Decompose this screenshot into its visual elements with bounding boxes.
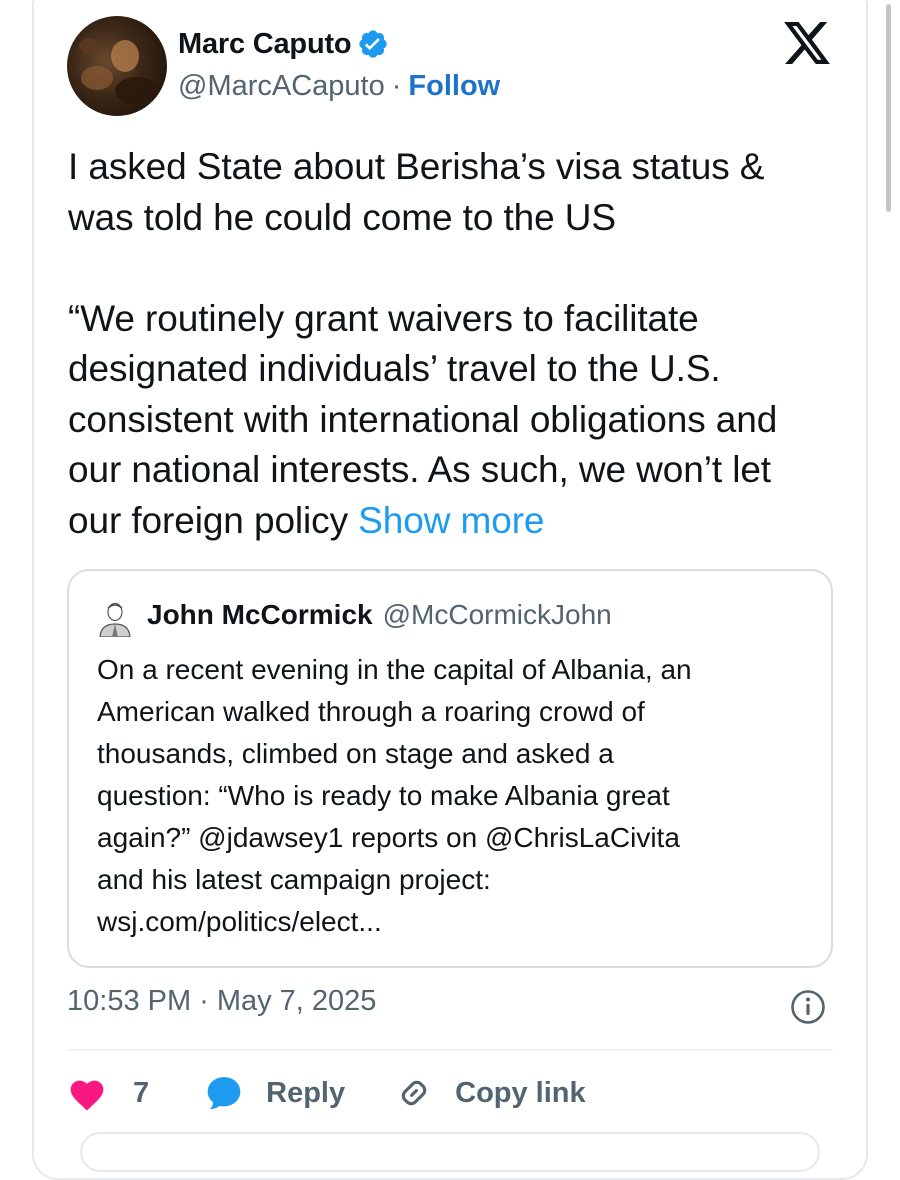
copy-link-button[interactable]: Copy link (395, 1074, 586, 1112)
tweet-time: 10:53 PM (67, 985, 192, 1017)
quoted-author-avatar (99, 602, 131, 637)
timestamp-separator: · (199, 985, 209, 1017)
link-icon (401, 1080, 427, 1106)
author-handle-row: @MarcACaputo · Follow (178, 70, 500, 103)
info-icon[interactable] (790, 989, 826, 1025)
quoted-display-name: John McCormick (147, 599, 373, 630)
quoted-author-row: John McCormick @McCormickJohn (147, 599, 612, 631)
tweet-date: May 7, 2025 (216, 985, 377, 1017)
x-logo-icon[interactable] (784, 22, 830, 64)
reply-bubble-icon (207, 1077, 241, 1110)
copy-link-label: Copy link (455, 1076, 586, 1109)
quoted-body: On a recent evening in the capital of Al… (97, 649, 817, 943)
author-handle[interactable]: @MarcACaputo (178, 70, 385, 103)
quoted-line: question: “Who is ready to make Albania … (97, 780, 670, 811)
reply-label: Reply (266, 1076, 346, 1109)
author-avatar[interactable] (67, 16, 167, 116)
like-button[interactable]: 7 (67, 1075, 149, 1111)
quoted-line: American walked through a roaring crowd … (97, 696, 645, 727)
show-more-link[interactable]: Show more (358, 500, 544, 541)
quoted-handle: @McCormickJohn (382, 599, 612, 630)
tweet-paragraph: I asked State about Berisha’s visa statu… (68, 146, 775, 238)
tweet-body: I asked State about Berisha’s visa statu… (68, 142, 828, 546)
quoted-line: again?” @jdawsey1 reports on @ChrisLaCiv… (97, 822, 680, 853)
reply-button[interactable]: Reply (204, 1073, 345, 1113)
quoted-line: thousands, climbed on stage and asked a (97, 738, 614, 769)
follow-button[interactable]: Follow (408, 70, 500, 103)
quoted-line: wsj.com/politics/elect... (97, 906, 382, 937)
author-name-row: Marc Caputo (178, 24, 389, 64)
quoted-line: and his latest campaign project: (97, 864, 491, 895)
like-count: 7 (133, 1076, 150, 1109)
action-bar: 7 Reply Copy link (67, 1070, 586, 1116)
tweet-timestamp[interactable]: 10:53 PM · May 7, 2025 (67, 985, 376, 1018)
separator-dot: · (391, 70, 402, 102)
author-display-name[interactable]: Marc Caputo (178, 28, 352, 61)
quoted-line: On a recent evening in the capital of Al… (97, 654, 692, 685)
next-button-edge[interactable] (80, 1132, 820, 1172)
heart-icon (70, 1080, 104, 1111)
divider (67, 1049, 833, 1051)
quoted-tweet[interactable]: John McCormick @McCormickJohn On a recen… (67, 569, 833, 968)
verified-badge-icon (359, 30, 388, 58)
scrollbar[interactable] (886, 4, 891, 212)
